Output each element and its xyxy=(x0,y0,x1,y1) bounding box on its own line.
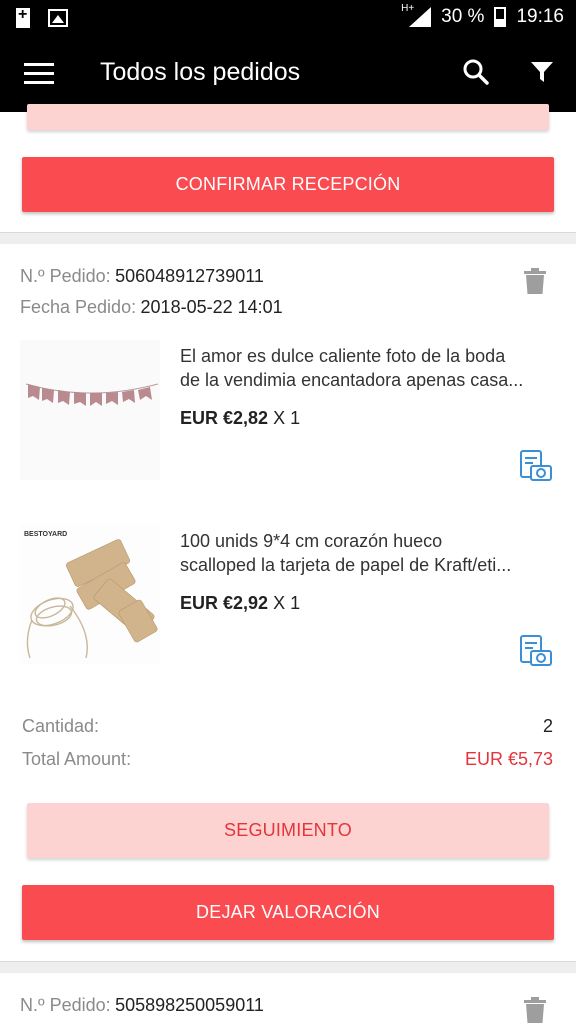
order-separator xyxy=(0,232,576,244)
order-separator xyxy=(0,961,576,973)
product-title[interactable]: 100 unids 9*4 cm corazón hueco scalloped… xyxy=(180,529,552,577)
product-quantity: X 1 xyxy=(273,408,301,428)
network-type: H+ xyxy=(401,3,415,14)
battery-saver-icon xyxy=(16,6,30,28)
battery-icon xyxy=(494,7,507,27)
app-bar: Todos los pedidos xyxy=(0,36,576,112)
trash-icon[interactable] xyxy=(524,268,546,294)
filter-icon[interactable] xyxy=(530,60,554,84)
trash-icon[interactable] xyxy=(524,997,546,1023)
total-label: Total Amount: xyxy=(22,749,132,769)
product-title-line1: El amor es dulce caliente foto de la bod… xyxy=(180,346,506,366)
clock: 19:16 xyxy=(516,6,564,27)
product-price: EUR €2,82 xyxy=(180,408,269,428)
order-date: 2018-05-22 14:01 xyxy=(140,297,283,317)
product-title-line1: 100 unids 9*4 cm corazón hueco xyxy=(180,531,443,551)
quantity-label: Cantidad: xyxy=(22,716,100,736)
menu-icon[interactable] xyxy=(24,63,54,85)
page-title: Todos los pedidos xyxy=(100,58,301,86)
product-image-banner[interactable] xyxy=(20,340,160,480)
order-date-label: Fecha Pedido: xyxy=(20,297,137,317)
order-number: 505898250059011 xyxy=(115,995,264,1015)
quantity-label-row: Cantidad: xyxy=(22,716,99,737)
previous-order-button-partial[interactable] xyxy=(27,104,549,130)
order-number-row: N.º Pedido: 505898250059011 xyxy=(20,995,264,1016)
product-title-line2: scalloped la tarjeta de papel de Kraft/e… xyxy=(180,555,512,575)
product-title-line2: de la vendimia encantadora apenas casa..… xyxy=(180,370,524,390)
order-number-label: N.º Pedido: xyxy=(20,266,111,286)
product-brand: BESTOYARD xyxy=(24,531,67,538)
photo-review-icon[interactable] xyxy=(519,634,553,668)
product-title[interactable]: El amor es dulce caliente foto de la bod… xyxy=(180,344,552,392)
product-image-kraft-tags[interactable]: BESTOYARD xyxy=(20,524,160,664)
order-number-row: N.º Pedido: 506048912739011 xyxy=(20,266,264,287)
total-label-row: Total Amount: xyxy=(22,749,131,770)
tracking-button[interactable]: SEGUIMIENTO xyxy=(27,803,549,858)
quantity-value: 2 xyxy=(542,716,553,736)
status-bar: H+ 30 % 19:16 xyxy=(0,0,576,36)
order-number-label: N.º Pedido: xyxy=(20,995,111,1015)
total-amount: EUR €5,73 xyxy=(464,749,553,769)
confirm-reception-button[interactable]: CONFIRMAR RECEPCIÓN xyxy=(22,157,554,212)
product-quantity: X 1 xyxy=(273,593,301,613)
order-number: 506048912739011 xyxy=(115,266,264,286)
signal-icon: H+ xyxy=(401,3,432,27)
leave-review-button[interactable]: DEJAR VALORACIÓN xyxy=(22,885,554,940)
search-icon[interactable] xyxy=(462,58,490,86)
order-date-row: Fecha Pedido: 2018-05-22 14:01 xyxy=(20,297,283,318)
photo-review-icon[interactable] xyxy=(519,449,553,483)
product-price-row: EUR €2,92 X 1 xyxy=(180,593,300,614)
battery-percent: 30 % xyxy=(441,6,485,27)
image-notification-icon xyxy=(48,9,68,27)
product-price: EUR €2,92 xyxy=(180,593,269,613)
product-price-row: EUR €2,82 X 1 xyxy=(180,408,300,429)
